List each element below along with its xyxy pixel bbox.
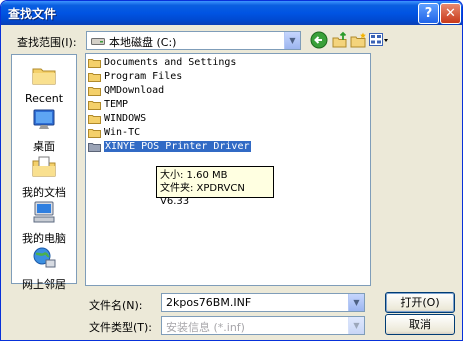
list-item-selected[interactable]: XINYE POS Printer Driver bbox=[88, 141, 251, 154]
folder-icon bbox=[88, 100, 101, 110]
folder-icon bbox=[88, 72, 101, 82]
list-item[interactable]: Program Files bbox=[88, 71, 182, 84]
filetype-label: 文件类型(T): bbox=[89, 321, 153, 334]
filename-label: 文件名(N): bbox=[89, 299, 143, 312]
help-icon: ? bbox=[424, 6, 433, 21]
open-file-dialog: 查找文件 ? ✕ 查找范围(I): 本地磁盘 (C:) ▼ Recent 桌面 … bbox=[0, 0, 463, 341]
filetype-value: 安装信息 (*.inf) bbox=[166, 321, 245, 334]
place-label: 我的电脑 bbox=[22, 232, 66, 245]
recent-folder-icon bbox=[32, 68, 56, 85]
close-icon: ✕ bbox=[445, 6, 456, 21]
list-item[interactable]: Documents and Settings bbox=[88, 57, 236, 70]
list-item[interactable]: QMDownload bbox=[88, 85, 164, 98]
filetype-combo: 安装信息 (*.inf) ▼ bbox=[161, 316, 365, 335]
back-icon[interactable] bbox=[310, 31, 328, 49]
folder-icon bbox=[88, 86, 101, 96]
new-folder-icon[interactable] bbox=[350, 31, 368, 49]
network-icon bbox=[33, 247, 56, 268]
list-item[interactable]: Win-TC bbox=[88, 127, 140, 140]
cancel-button[interactable]: 取消 bbox=[385, 314, 455, 335]
filename-combo[interactable]: 2kpos76BM.INF ▼ bbox=[161, 293, 365, 312]
place-label: Recent bbox=[24, 92, 64, 105]
up-folder-icon[interactable] bbox=[331, 31, 349, 49]
tooltip-size: 大小: 1.60 MB bbox=[160, 170, 228, 181]
folder-icon bbox=[88, 58, 101, 68]
filename-value: 2kpos76BM.INF bbox=[166, 296, 252, 309]
my-documents-icon bbox=[32, 156, 56, 177]
views-menu-icon[interactable] bbox=[368, 31, 390, 49]
chevron-down-icon[interactable]: ▼ bbox=[284, 32, 300, 49]
chevron-down-icon: ▼ bbox=[348, 317, 364, 334]
chevron-down-icon[interactable]: ▼ bbox=[348, 294, 364, 311]
close-button[interactable]: ✕ bbox=[440, 3, 461, 24]
place-desktop[interactable]: 桌面 bbox=[12, 107, 76, 154]
list-item[interactable]: TEMP bbox=[88, 99, 128, 112]
folder-icon bbox=[88, 142, 101, 152]
list-item[interactable]: WINDOWS bbox=[88, 113, 146, 126]
folder-icon bbox=[88, 114, 101, 124]
drive-icon bbox=[91, 38, 105, 45]
open-button[interactable]: 打开(O) bbox=[385, 292, 455, 313]
place-label: 网上邻居 bbox=[22, 278, 66, 291]
place-label: 桌面 bbox=[33, 140, 55, 153]
title-bar[interactable]: 查找文件 ? ✕ bbox=[1, 1, 462, 25]
look-in-label: 查找范围(I): bbox=[17, 36, 77, 49]
look-in-value: 本地磁盘 (C:) bbox=[109, 36, 177, 49]
place-recent[interactable]: Recent bbox=[12, 61, 76, 105]
my-computer-icon bbox=[33, 201, 55, 223]
place-network[interactable]: 网上邻居 bbox=[12, 245, 76, 292]
place-my-computer[interactable]: 我的电脑 bbox=[12, 199, 76, 246]
folder-icon bbox=[88, 128, 101, 138]
window-title: 查找文件 bbox=[8, 7, 57, 21]
places-bar: Recent 桌面 我的文档 我的电脑 网上邻居 bbox=[11, 54, 77, 291]
look-in-combo[interactable]: 本地磁盘 (C:) ▼ bbox=[86, 31, 301, 50]
place-label: 我的文档 bbox=[22, 186, 66, 199]
file-info-tooltip: 大小: 1.60 MB 文件夹: XPDRVCN V6.33 bbox=[156, 166, 274, 207]
help-button[interactable]: ? bbox=[418, 3, 439, 24]
place-my-documents[interactable]: 我的文档 bbox=[12, 153, 76, 200]
tooltip-folder: 文件夹: XPDRVCN V6.33 bbox=[160, 183, 245, 207]
desktop-icon bbox=[33, 109, 55, 129]
